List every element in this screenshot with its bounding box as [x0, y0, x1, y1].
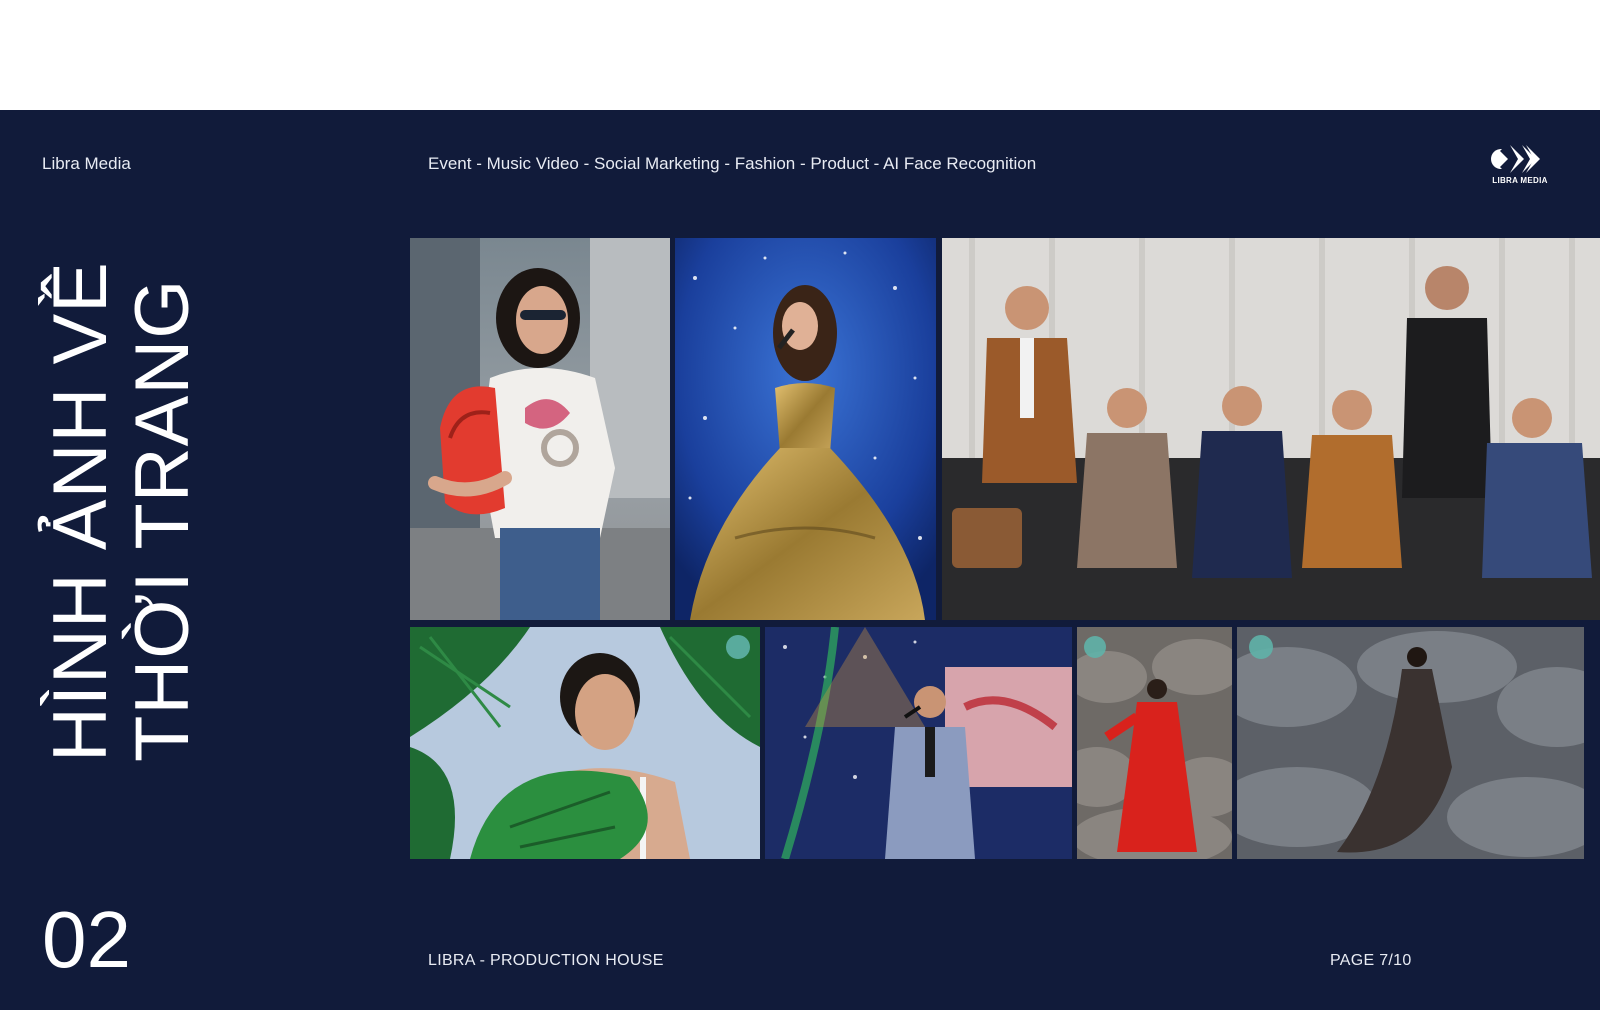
title-line-1: HÌNH ẢNH VỀ: [38, 261, 123, 762]
photo-male-singer-stage: [765, 627, 1072, 859]
logo-mark-icon: [1491, 145, 1540, 173]
photo-dark-gown-hay: [1237, 627, 1584, 859]
vertical-title: HÌNH ẢNH VỀ THỜI TRANG: [38, 242, 210, 762]
top-white-strip: [0, 0, 1600, 110]
logo-wordmark: LIBRA MEDIA: [1492, 176, 1548, 185]
page-indicator: PAGE 7/10: [1330, 952, 1412, 969]
section-number: 02: [42, 895, 131, 984]
footer-production-house: LIBRA - PRODUCTION HOUSE: [428, 952, 664, 969]
slide: Libra Media Event - Music Video - Social…: [0, 110, 1600, 1010]
photo-singer-gold-gown: [675, 238, 936, 620]
title-line-2: THỜI TRANG: [120, 278, 205, 762]
photo-tropical-portrait: [410, 627, 760, 859]
photo-menswear-group: [942, 238, 1600, 620]
libra-media-logo: LIBRA MEDIA: [1488, 142, 1552, 190]
brand-name: Libra Media: [42, 154, 131, 173]
photo-red-outfit-hay: [1077, 627, 1232, 859]
services-list: Event - Music Video - Social Marketing -…: [428, 154, 1037, 173]
photo-street-fashion: [410, 238, 670, 620]
